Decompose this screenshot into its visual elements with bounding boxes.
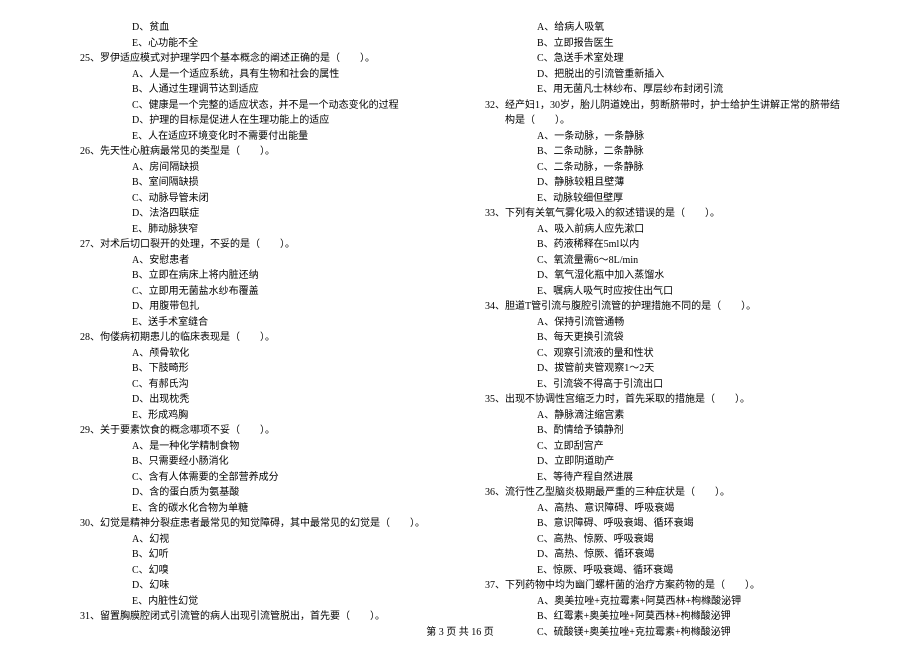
option-line: D、用腹带包扎 [80, 299, 435, 315]
option-line: B、意识障碍、呼吸衰竭、循环衰竭 [485, 516, 840, 532]
option-line: A、高热、意识障碍、呼吸衰竭 [485, 501, 840, 517]
question-line: 28、佝偻病初期患儿的临床表现是（ ）。 [80, 330, 435, 346]
option-line: E、动脉较细但壁厚 [485, 191, 840, 207]
option-line: D、法洛四联症 [80, 206, 435, 222]
option-line: D、含的蛋白质为氨基酸 [80, 485, 435, 501]
option-line: E、含的碳水化合物为单糖 [80, 501, 435, 517]
question-line: 29、关于要素饮食的概念哪项不妥（ ）。 [80, 423, 435, 439]
option-line: B、室间隔缺损 [80, 175, 435, 191]
option-line: E、引流袋不得高于引流出口 [485, 377, 840, 393]
option-line: C、立即用无菌盐水纱布覆盖 [80, 284, 435, 300]
option-line: A、保持引流管通畅 [485, 315, 840, 331]
question-line: 27、对术后切口裂开的处理，不妥的是（ ）。 [80, 237, 435, 253]
option-line: C、急送手术室处理 [485, 51, 840, 67]
question-line: 34、胆道T管引流与腹腔引流管的护理措施不同的是（ ）。 [485, 299, 840, 315]
option-line: B、酌情给予镇静剂 [485, 423, 840, 439]
option-line: E、惊厥、呼吸衰竭、循环衰竭 [485, 563, 840, 579]
option-line: B、只需要经小肠消化 [80, 454, 435, 470]
option-line: A、幻视 [80, 532, 435, 548]
option-line: D、静脉较粗且壁薄 [485, 175, 840, 191]
option-line: A、人是一个适应系统，具有生物和社会的属性 [80, 67, 435, 83]
option-line: A、静脉滴注缩宫素 [485, 408, 840, 424]
question-line: 35、出现不协调性宫缩乏力时，首先采取的措施是（ ）。 [485, 392, 840, 408]
option-line: D、贫血 [80, 20, 435, 36]
option-line: C、二条动脉，一条静脉 [485, 160, 840, 176]
option-line: C、高热、惊厥、呼吸衰竭 [485, 532, 840, 548]
option-line: D、氧气湿化瓶中加入蒸馏水 [485, 268, 840, 284]
option-line: C、立即刮宫产 [485, 439, 840, 455]
right-column: A、给病人吸氧B、立即报告医生C、急送手术室处理D、把脱出的引流管重新插入E、用… [485, 20, 840, 640]
option-line: D、把脱出的引流管重新插入 [485, 67, 840, 83]
option-line: C、健康是一个完整的适应状态，并不是一个动态变化的过程 [80, 98, 435, 114]
option-line: B、人通过生理调节达到适应 [80, 82, 435, 98]
option-line: A、颅骨软化 [80, 346, 435, 362]
option-line: C、观察引流液的量和性状 [485, 346, 840, 362]
option-line: E、肺动脉狭窄 [80, 222, 435, 238]
option-line: D、高热、惊厥、循环衰竭 [485, 547, 840, 563]
option-line: A、一条动脉，一条静脉 [485, 129, 840, 145]
option-line: A、奥美拉唑+克拉霉素+阿莫西林+枸橼酸泌钾 [485, 594, 840, 610]
option-line: E、内脏性幻觉 [80, 594, 435, 610]
option-line: E、送手术室缝合 [80, 315, 435, 331]
option-line: B、立即报告医生 [485, 36, 840, 52]
option-line: D、幻味 [80, 578, 435, 594]
option-line: A、安慰患者 [80, 253, 435, 269]
option-line: E、形成鸡胸 [80, 408, 435, 424]
option-line: B、药液稀释在5ml以内 [485, 237, 840, 253]
option-line: E、嘱病人吸气时应按住出气口 [485, 284, 840, 300]
option-line: B、二条动脉，二条静脉 [485, 144, 840, 160]
option-line: C、幻嗅 [80, 563, 435, 579]
question-line: 36、流行性乙型脑炎极期最严重的三种症状是（ ）。 [485, 485, 840, 501]
option-line: D、出现枕秃 [80, 392, 435, 408]
option-line: E、人在适应环境变化时不需要付出能量 [80, 129, 435, 145]
option-line: A、给病人吸氧 [485, 20, 840, 36]
option-line: E、等待产程自然进展 [485, 470, 840, 486]
option-line: D、拔管前夹管观察1～2天 [485, 361, 840, 377]
option-line: E、心功能不全 [80, 36, 435, 52]
option-line: A、房间隔缺损 [80, 160, 435, 176]
question-line: 26、先天性心脏病最常见的类型是（ ）。 [80, 144, 435, 160]
option-line: B、每天更换引流袋 [485, 330, 840, 346]
option-line: B、幻听 [80, 547, 435, 563]
option-line: C、有郝氏沟 [80, 377, 435, 393]
option-line: C、氧流量需6～8L/min [485, 253, 840, 269]
option-line: C、动脉导管未闭 [80, 191, 435, 207]
question-line: 25、罗伊适应模式对护理学四个基本概念的阐述正确的是（ ）。 [80, 51, 435, 67]
question-line: 37、下列药物中均为幽门螺杆菌的治疗方案药物的是（ ）。 [485, 578, 840, 594]
option-line: B、下肢畸形 [80, 361, 435, 377]
option-line: D、立即阴道助产 [485, 454, 840, 470]
left-column: D、贫血E、心功能不全25、罗伊适应模式对护理学四个基本概念的阐述正确的是（ ）… [80, 20, 435, 640]
question-line: 33、下列有关氧气雾化吸入的叙述错误的是（ ）。 [485, 206, 840, 222]
option-line: A、吸入前病人应先漱口 [485, 222, 840, 238]
option-line: B、立即在病床上将内脏还纳 [80, 268, 435, 284]
option-line: C、含有人体需要的全部营养成分 [80, 470, 435, 486]
option-line: E、用无菌凡士林纱布、厚层纱布封闭引流 [485, 82, 840, 98]
option-line: D、护理的目标是促进人在生理功能上的适应 [80, 113, 435, 129]
question-line: 30、幻觉是精神分裂症患者最常见的知觉障碍，其中最常见的幻觉是（ ）。 [80, 516, 435, 532]
question-line: 32、经产妇1，30岁，胎儿阴道娩出，剪断脐带时，护士给护生讲解正常的脐带结构是… [485, 98, 840, 129]
option-line: A、是一种化学精制食物 [80, 439, 435, 455]
page-footer: 第 3 页 共 16 页 [0, 623, 920, 638]
